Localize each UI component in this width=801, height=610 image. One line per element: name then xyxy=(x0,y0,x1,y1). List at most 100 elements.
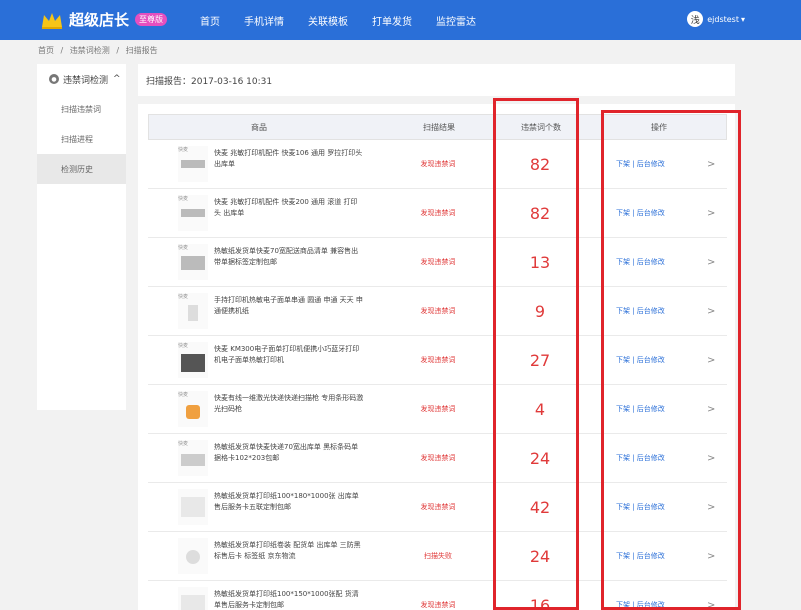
product-name[interactable]: 热敏纸发货单快麦70宽配送商品清单 兼容售出带单据标签定制包邮 xyxy=(214,246,364,268)
row-actions[interactable]: 下架 | 后台修改 xyxy=(616,581,665,610)
chevron-right-icon[interactable]: > xyxy=(707,189,715,238)
scan-result: 扫描失败 xyxy=(424,552,452,560)
forbidden-word-count: 24 xyxy=(529,449,551,468)
logo[interactable]: 超级店长 至尊版 xyxy=(40,9,168,30)
sidebar-item-scan[interactable]: 扫描违禁词 xyxy=(37,94,126,124)
breadcrumb-detect[interactable]: 违禁词检测 xyxy=(70,46,110,55)
avatar: 浅 xyxy=(687,11,704,27)
row-actions[interactable]: 下架 | 后台修改 xyxy=(616,189,665,238)
forbidden-word-count: 42 xyxy=(529,498,551,517)
row-actions[interactable]: 下架 | 后台修改 xyxy=(616,287,665,336)
product-thumbnail xyxy=(178,538,208,574)
chevron-right-icon[interactable]: > xyxy=(707,287,715,336)
chevron-right-icon[interactable]: > xyxy=(707,238,715,287)
product-name[interactable]: 快麦 KM300电子面单打印机便携小巧蓝牙打印机电子面单热敏打印机 xyxy=(214,344,364,366)
header-result: 扫描结果 xyxy=(423,123,455,132)
nav-item-monitor-radar[interactable]: 监控雷达 xyxy=(436,13,476,28)
chevron-right-icon[interactable]: > xyxy=(707,532,715,581)
table-row: 快麦 快麦 兆敏打印机配件 快麦106 通用 罗拉打印头 出库单 发现违禁词 8… xyxy=(148,140,727,189)
product-name[interactable]: 热敏纸发货单打印纸100*150*1000张配 货清单售后服务卡定制包邮 xyxy=(214,589,364,610)
row-actions[interactable]: 下架 | 后台修改 xyxy=(616,532,665,581)
row-actions[interactable]: 下架 | 后台修改 xyxy=(616,385,665,434)
nav-item-print-ship[interactable]: 打单发货 xyxy=(372,13,412,28)
brand-name: 超级店长 xyxy=(69,11,130,29)
scan-result: 发现违禁词 xyxy=(420,160,456,168)
scan-result: 发现违禁词 xyxy=(420,209,456,217)
product-name[interactable]: 快麦 兆敏打印机配件 快麦106 通用 罗拉打印头 出库单 xyxy=(214,148,364,170)
chevron-up-icon: ^ xyxy=(113,74,121,84)
breadcrumb: 首页 / 违禁词检测 / 扫描报告 xyxy=(38,45,162,56)
forbidden-word-count: 9 xyxy=(534,302,546,321)
table-row: 快麦 热敏纸发货单快麦快递70宽出库单 黑标条码单据格卡102*203包邮 发现… xyxy=(148,434,727,483)
product-name[interactable]: 快麦有线一维激光快递快递扫描枪 专用条形码激光扫码枪 xyxy=(214,393,364,415)
sidebar-title: 违禁词检测 xyxy=(63,75,109,86)
crown-icon xyxy=(42,12,62,29)
scan-report-bar: 扫描报告：2017-03-16 10:31 xyxy=(138,64,735,96)
product-name[interactable]: 手持打印机热敏电子面单串通 圆通 申通 天天 申通便携机纸 xyxy=(214,295,364,317)
product-name[interactable]: 热敏纸发货单快麦快递70宽出库单 黑标条码单据格卡102*203包邮 xyxy=(214,442,364,464)
forbidden-word-count: 4 xyxy=(534,400,546,419)
scan-result: 发现违禁词 xyxy=(420,601,456,609)
table-row: 快麦 快麦 KM300电子面单打印机便携小巧蓝牙打印机电子面单热敏打印机 发现违… xyxy=(148,336,727,385)
chevron-right-icon[interactable]: > xyxy=(707,385,715,434)
row-actions[interactable]: 下架 | 后台修改 xyxy=(616,336,665,385)
product-thumbnail xyxy=(178,489,208,525)
product-thumbnail: 快麦 xyxy=(178,342,208,378)
forbidden-word-count: 82 xyxy=(529,204,551,223)
scan-report-time: 扫描报告：2017-03-16 10:31 xyxy=(146,76,273,87)
sidebar: ● 违禁词检测 ^ 扫描违禁词 扫描进程 检测历史 xyxy=(37,64,126,410)
row-actions[interactable]: 下架 | 后台修改 xyxy=(616,140,665,189)
forbidden-word-count: 24 xyxy=(529,547,551,566)
vip-badge: 至尊版 xyxy=(135,13,168,26)
chevron-down-icon: ▾ xyxy=(740,14,745,24)
chevron-right-icon[interactable]: > xyxy=(707,581,715,610)
product-thumbnail: 快麦 xyxy=(178,195,208,231)
product-thumbnail: 快麦 xyxy=(178,244,208,280)
nav-item-home[interactable]: 首页 xyxy=(200,13,220,28)
scan-result: 发现违禁词 xyxy=(420,307,456,315)
chevron-right-icon[interactable]: > xyxy=(707,434,715,483)
product-name[interactable]: 热敏纸发货单打印纸卷装 配货单 出库单 三防黑标售后卡 标签纸 京东物流 xyxy=(214,540,364,562)
table-row: 热敏纸发货单打印纸100*150*1000张配 货清单售后服务卡定制包邮 发现违… xyxy=(148,581,727,610)
scan-result: 发现违禁词 xyxy=(420,405,456,413)
row-actions[interactable]: 下架 | 后台修改 xyxy=(616,483,665,532)
row-actions[interactable]: 下架 | 后台修改 xyxy=(616,434,665,483)
breadcrumb-separator: / xyxy=(116,46,120,55)
forbidden-word-count: 27 xyxy=(529,351,551,370)
scan-result: 发现违禁词 xyxy=(420,356,456,364)
main-nav: 首页 手机详情 关联模板 打单发货 监控雷达 xyxy=(200,0,500,40)
table-row: 热敏纸发货单打印纸卷装 配货单 出库单 三防黑标售后卡 标签纸 京东物流 扫描失… xyxy=(148,532,727,581)
chevron-right-icon[interactable]: > xyxy=(707,336,715,385)
table-row: 热敏纸发货单打印纸100*180*1000张 出库单售后服务卡五联定制包邮 发现… xyxy=(148,483,727,532)
sidebar-item-progress[interactable]: 扫描进程 xyxy=(37,124,126,154)
product-thumbnail: 快麦 xyxy=(178,293,208,329)
nav-item-mobile-detail[interactable]: 手机详情 xyxy=(244,13,284,28)
row-actions[interactable]: 下架 | 后台修改 xyxy=(616,238,665,287)
product-name[interactable]: 快麦 兆敏打印机配件 快麦200 通用 滚道 打印头 出库单 xyxy=(214,197,364,219)
product-thumbnail xyxy=(178,587,208,610)
nav-item-related-template[interactable]: 关联模板 xyxy=(308,13,348,28)
table-header: 商品 扫描结果 违禁词个数 操作 xyxy=(148,114,727,140)
scan-result: 发现违禁词 xyxy=(420,454,456,462)
breadcrumb-current: 扫描报告 xyxy=(125,46,158,55)
user-menu[interactable]: 浅 ejdstest ▾ xyxy=(687,11,745,27)
product-thumbnail: 快麦 xyxy=(178,146,208,182)
table-row: 快麦 快麦 兆敏打印机配件 快麦200 通用 滚道 打印头 出库单 发现违禁词 … xyxy=(148,189,727,238)
scan-result: 发现违禁词 xyxy=(420,258,456,266)
forbidden-word-count: 16 xyxy=(529,596,551,610)
breadcrumb-home[interactable]: 首页 xyxy=(38,46,54,55)
header-product: 商品 xyxy=(251,123,267,132)
sidebar-section-toggle[interactable]: ● 违禁词检测 ^ xyxy=(37,64,126,94)
top-bar: 超级店长 至尊版 首页 手机详情 关联模板 打单发货 监控雷达 浅 ejdste… xyxy=(0,0,801,40)
forbidden-word-count: 82 xyxy=(529,155,551,174)
table-row: 快麦 热敏纸发货单快麦70宽配送商品清单 兼容售出带单据标签定制包邮 发现违禁词… xyxy=(148,238,727,287)
user-name: ejdstest xyxy=(707,14,739,24)
chevron-right-icon[interactable]: > xyxy=(707,140,715,189)
header-actions: 操作 xyxy=(651,123,667,132)
chevron-right-icon[interactable]: > xyxy=(707,483,715,532)
header-count: 违禁词个数 xyxy=(521,123,561,132)
product-name[interactable]: 热敏纸发货单打印纸100*180*1000张 出库单售后服务卡五联定制包邮 xyxy=(214,491,364,513)
sidebar-item-history[interactable]: 检测历史 xyxy=(37,154,126,184)
section-icon: ● xyxy=(49,74,59,84)
product-thumbnail: 快麦 xyxy=(178,391,208,427)
